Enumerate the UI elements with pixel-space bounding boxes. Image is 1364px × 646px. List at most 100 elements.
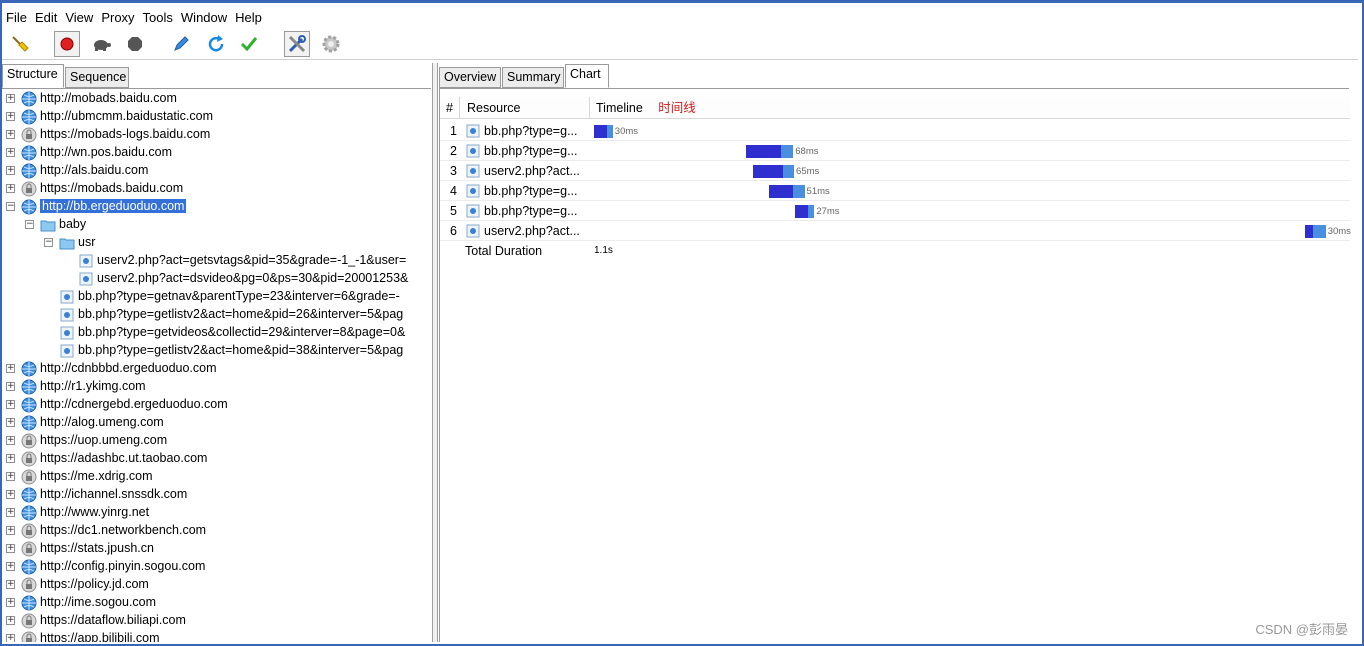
menu-edit[interactable]: Edit — [31, 10, 61, 25]
expand-toggle[interactable]: + — [6, 598, 15, 607]
collapse-toggle[interactable]: − — [6, 202, 15, 211]
tree-node[interactable]: + https://dc1.networkbench.com — [2, 522, 431, 540]
tree-node[interactable]: + https://me.xdrig.com — [2, 468, 431, 486]
chart-row[interactable]: 2 bb.php?type=g... 68ms — [440, 141, 1350, 161]
menu-tools[interactable]: Tools — [139, 10, 177, 25]
tab-summary[interactable]: Summary — [502, 67, 564, 88]
bar-wait-segment — [794, 205, 808, 218]
expand-toggle[interactable]: + — [6, 130, 15, 139]
globe-icon — [21, 109, 37, 125]
tree-node[interactable]: bb.php?type=getlistv2&act=home&pid=26&in… — [2, 306, 431, 324]
tab-sequence[interactable]: Sequence — [65, 67, 129, 88]
tree-node[interactable]: + http://wn.pos.baidu.com — [2, 144, 431, 162]
expand-toggle[interactable]: + — [6, 580, 15, 589]
menu-view[interactable]: View — [61, 10, 97, 25]
tree-node[interactable]: + http://config.pinyin.sogou.com — [2, 558, 431, 576]
stop-hexagon-icon[interactable] — [122, 31, 148, 57]
expand-toggle[interactable]: + — [6, 562, 15, 571]
tree-node[interactable]: + http://r1.ykimg.com — [2, 378, 431, 396]
col-timeline-header[interactable]: Timeline 时间线 — [590, 97, 1350, 119]
expand-toggle[interactable]: + — [6, 418, 15, 427]
expand-toggle[interactable]: + — [6, 454, 15, 463]
tree-node-label: userv2.php?act=dsvideo&pg=0&ps=30&pid=20… — [97, 271, 409, 285]
tree-node[interactable]: userv2.php?act=getsvtags&pid=35&grade=-1… — [2, 252, 431, 270]
record-icon[interactable] — [54, 31, 80, 57]
expand-toggle[interactable]: + — [6, 526, 15, 535]
expand-toggle[interactable]: + — [6, 472, 15, 481]
tree-node[interactable]: + http://mobads.baidu.com — [2, 90, 431, 108]
tools-icon[interactable] — [284, 31, 310, 57]
tree-node[interactable]: + https://adashbc.ut.taobao.com — [2, 450, 431, 468]
tree-node-label: http://ichannel.snssdk.com — [40, 487, 188, 501]
tree-node[interactable]: + http://ime.sogou.com — [2, 594, 431, 612]
expand-toggle[interactable]: + — [6, 508, 15, 517]
pen-icon[interactable] — [168, 31, 194, 57]
tree-node[interactable]: + https://mobads-logs.baidu.com — [2, 126, 431, 144]
expand-toggle[interactable]: + — [6, 634, 15, 642]
tree-node[interactable]: userv2.php?act=dsvideo&pg=0&ps=30&pid=20… — [2, 270, 431, 288]
checkmark-icon[interactable] — [236, 31, 262, 57]
tree-node[interactable]: + https://app.bilibili.com — [2, 630, 431, 642]
tree-node[interactable]: + https://uop.umeng.com — [2, 432, 431, 450]
chart-row[interactable]: 5 bb.php?type=g... 27ms — [440, 201, 1350, 221]
tree-node[interactable]: − usr — [2, 234, 431, 252]
pane-splitter[interactable] — [432, 63, 438, 642]
expand-toggle[interactable]: + — [6, 616, 15, 625]
tree-node[interactable]: − http://bb.ergeduoduo.com — [2, 198, 431, 216]
timeline-bar[interactable] — [745, 145, 794, 158]
timeline-bar[interactable] — [769, 185, 805, 198]
tree-node[interactable]: + http://www.yinrg.net — [2, 504, 431, 522]
timeline-bar[interactable] — [794, 205, 815, 218]
tree-node[interactable]: + https://dataflow.biliapi.com — [2, 612, 431, 630]
tab-structure[interactable]: Structure — [2, 64, 64, 88]
expand-toggle[interactable]: + — [6, 94, 15, 103]
request-file-icon — [465, 223, 481, 239]
broom-icon[interactable] — [7, 31, 33, 57]
chart-row[interactable]: 1 bb.php?type=g... 30ms — [440, 121, 1350, 141]
tree-node[interactable]: + https://policy.jd.com — [2, 576, 431, 594]
chart-row[interactable]: 4 bb.php?type=g... 51ms — [440, 181, 1350, 201]
expand-toggle[interactable]: + — [6, 382, 15, 391]
expand-toggle[interactable]: + — [6, 112, 15, 121]
timeline-bar[interactable] — [753, 165, 794, 178]
menu-window[interactable]: Window — [177, 10, 231, 25]
expand-toggle[interactable]: + — [6, 364, 15, 373]
tree-node[interactable]: − baby — [2, 216, 431, 234]
refresh-icon[interactable] — [203, 31, 229, 57]
chart-row[interactable]: 3 userv2.php?act... 65ms — [440, 161, 1350, 181]
expand-toggle[interactable]: + — [6, 400, 15, 409]
request-file-icon — [465, 183, 481, 199]
settings-gear-icon[interactable] — [318, 31, 344, 57]
expand-toggle[interactable]: + — [6, 490, 15, 499]
tree-node[interactable]: bb.php?type=getlistv2&act=home&pid=38&in… — [2, 342, 431, 360]
chart-row[interactable]: 6 userv2.php?act... 30ms — [440, 221, 1351, 241]
timeline-bar[interactable] — [594, 125, 613, 138]
menu-file[interactable]: File — [2, 10, 31, 25]
tab-chart[interactable]: Chart — [565, 64, 609, 88]
menu-proxy[interactable]: Proxy — [97, 10, 138, 25]
tree-node[interactable]: + http://ichannel.snssdk.com — [2, 486, 431, 504]
tree-node[interactable]: + http://cdnbbbd.ergeduoduo.com — [2, 360, 431, 378]
col-number-header[interactable]: # — [440, 97, 460, 119]
collapse-toggle[interactable]: − — [44, 238, 53, 247]
tree-node[interactable]: + http://als.baidu.com — [2, 162, 431, 180]
tree-node[interactable]: + http://alog.umeng.com — [2, 414, 431, 432]
tree-node-label: https://stats.jpush.cn — [40, 541, 154, 555]
timeline-bar[interactable] — [1305, 225, 1326, 238]
tree-node[interactable]: + https://mobads.baidu.com — [2, 180, 431, 198]
tab-overview[interactable]: Overview — [439, 67, 501, 88]
expand-toggle[interactable]: + — [6, 184, 15, 193]
tree-node[interactable]: + http://ubmcmm.baidustatic.com — [2, 108, 431, 126]
collapse-toggle[interactable]: − — [25, 220, 34, 229]
turtle-icon[interactable] — [88, 31, 114, 57]
expand-toggle[interactable]: + — [6, 148, 15, 157]
tree-node[interactable]: + http://cdnergebd.ergeduoduo.com — [2, 396, 431, 414]
tree-node[interactable]: bb.php?type=getnav&parentType=23&interve… — [2, 288, 431, 306]
menu-help[interactable]: Help — [231, 10, 266, 25]
expand-toggle[interactable]: + — [6, 544, 15, 553]
expand-toggle[interactable]: + — [6, 436, 15, 445]
tree-node[interactable]: + https://stats.jpush.cn — [2, 540, 431, 558]
expand-toggle[interactable]: + — [6, 166, 15, 175]
tree-node[interactable]: bb.php?type=getvideos&collectid=29&inter… — [2, 324, 431, 342]
col-resource-header[interactable]: Resource — [460, 97, 590, 119]
